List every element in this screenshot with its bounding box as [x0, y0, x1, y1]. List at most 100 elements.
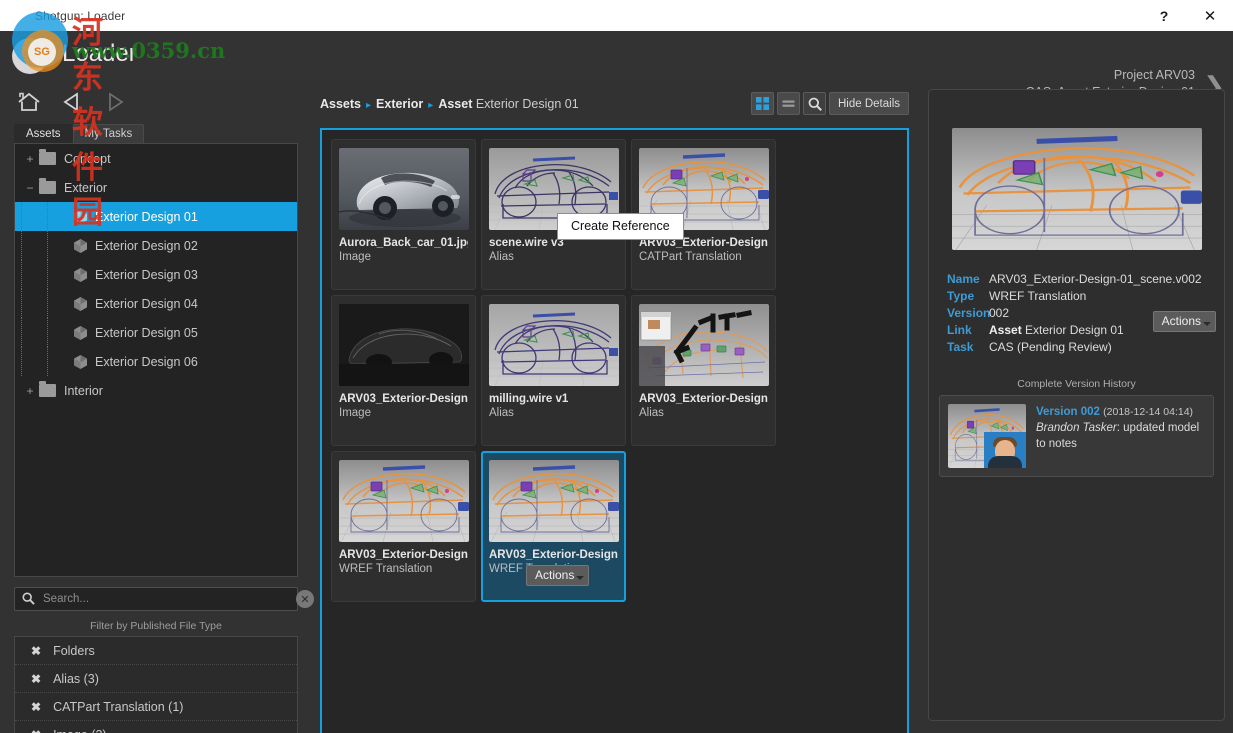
search-icon[interactable] [803, 92, 826, 115]
card-name: ARV03_Exterior-Design-0 [639, 393, 768, 405]
tree-item-exterior-design-04[interactable]: Exterior Design 04 [15, 289, 297, 318]
tab-assets[interactable]: Assets [14, 124, 73, 143]
tree-indent [47, 289, 73, 318]
version-note: Version 002 (2018-12-14 04:14) Brandon T… [1036, 404, 1205, 468]
filter-label: CATPart Translation (1) [53, 699, 184, 714]
asset-card[interactable]: ARV03_Exterior-Design-0 Image [331, 295, 476, 446]
actions-context-menu: Create Reference [557, 213, 684, 240]
published-file-type-filter-list: ✖ Folders ✖ Alias (3) ✖ CATPart Translation (… [14, 636, 298, 733]
window-controls: ? ✕ [1141, 0, 1233, 31]
tree-indent [21, 318, 47, 347]
close-button[interactable]: ✕ [1187, 0, 1233, 31]
sidebar-tabs: Assets My Tasks [0, 123, 312, 143]
card-thumbnail[interactable] [489, 304, 619, 386]
tree-indent [47, 318, 73, 347]
filter-row[interactable]: ✖ Folders [15, 637, 297, 665]
tree-item-label: Exterior [64, 180, 108, 195]
asset-card[interactable]: ARV03_Exterior-Design-0 Alias [631, 295, 776, 446]
detail-row: Name ARV03_Exterior-Design-01_scene.v002 [947, 271, 1214, 288]
home-icon[interactable] [16, 89, 42, 115]
details-actions-button[interactable]: Actions [1152, 311, 1216, 332]
card-name: ARV03_Exterior-Design-0 [339, 549, 468, 561]
loader-window: Shotgun: Loader ? ✕ Project ARV03 CAS, A… [0, 0, 1233, 733]
details-panel: Name ARV03_Exterior-Design-01_scene.v002 T… [920, 81, 1233, 733]
card-thumbnail[interactable] [339, 304, 469, 386]
filter-checkbox-icon[interactable]: ✖ [31, 644, 41, 658]
details-field-list: Name ARV03_Exterior-Design-01_scene.v002 T… [947, 271, 1216, 356]
tree-indent [21, 260, 47, 289]
asset-card[interactable]: milling.wire v1 Alias [481, 295, 626, 446]
filter-row[interactable]: ✖ CATPart Translation (1) [15, 693, 297, 721]
breadcrumb-part[interactable]: Assets [320, 97, 361, 111]
asset-tree[interactable]: + Concept − Exterior Exterior Design 01 Ext… [14, 143, 298, 577]
filter-label: Image (2) [53, 728, 107, 733]
asset-cube-icon [74, 209, 87, 224]
detail-field-value: ARV03_Exterior-Design-01_scene.v002 [989, 272, 1202, 286]
version-history-item[interactable]: Version 002 (2018-12-14 04:14) Brandon T… [939, 395, 1214, 477]
card-actions-button[interactable]: Actions [526, 565, 590, 586]
asset-card-selected[interactable]: ARV03_Exterior-Design-0WREF TranslationA… [481, 451, 626, 602]
asset-card[interactable]: Aurora_Back_car_01.jpg Image [331, 139, 476, 290]
tree-item-concept[interactable]: + Concept [15, 144, 297, 173]
tree-item-exterior-design-06[interactable]: Exterior Design 06 [15, 347, 297, 376]
asset-cube-icon [74, 354, 87, 369]
hide-details-button[interactable]: Hide Details [829, 92, 909, 115]
filter-label: Folders [53, 643, 95, 658]
main-content: Assets ▸ Exterior ▸ Asset Exterior Design 01 [312, 81, 917, 733]
sidebar-search: ✕ [14, 587, 314, 611]
version-number[interactable]: Version 002 [1036, 406, 1100, 418]
tree-indent [47, 260, 73, 289]
navigation-bar [0, 81, 312, 123]
card-type: Image [339, 251, 371, 263]
filter-checkbox-icon[interactable]: ✖ [31, 700, 41, 714]
tree-item-exterior-design-03[interactable]: Exterior Design 03 [15, 260, 297, 289]
tree-item-label: Interior [64, 383, 103, 398]
card-thumbnail[interactable] [639, 304, 769, 386]
detail-field-value: 002 [989, 306, 1010, 320]
view-toolbar: Hide Details [751, 92, 909, 115]
tree-twisty[interactable]: + [21, 384, 39, 398]
search-input[interactable] [14, 587, 298, 611]
filter-row[interactable]: ✖ Alias (3) [15, 665, 297, 693]
tree-indent [47, 347, 73, 376]
avatar [984, 432, 1026, 468]
filter-checkbox-icon[interactable]: ✖ [31, 672, 41, 686]
tab-my-tasks[interactable]: My Tasks [72, 124, 145, 143]
breadcrumb-separator-icon: ▸ [428, 99, 434, 111]
breadcrumb-entity-kind: Asset [438, 96, 473, 111]
filter-row[interactable]: ✖ Image (2) [15, 721, 297, 733]
sidebar: Assets My Tasks + Concept − Exterior Exteri… [0, 81, 314, 733]
asset-card[interactable]: ARV03_Exterior-Design-0 WREF Translation [331, 451, 476, 602]
tree-twisty[interactable]: + [21, 152, 39, 166]
folder-icon [39, 178, 56, 194]
list-view-icon[interactable] [777, 92, 800, 115]
card-thumbnail[interactable] [489, 460, 619, 542]
detail-field-key: Name [947, 272, 980, 286]
tree-item-exterior-design-01[interactable]: Exterior Design 01 [15, 202, 297, 231]
breadcrumb[interactable]: Assets ▸ Exterior ▸ Asset Exterior Design 01 [320, 97, 579, 111]
tree-twisty[interactable]: − [21, 181, 39, 195]
card-thumbnail[interactable] [339, 148, 469, 230]
tree-item-interior[interactable]: + Interior [15, 376, 297, 405]
tree-indent [21, 231, 47, 260]
tree-item-exterior-design-05[interactable]: Exterior Design 05 [15, 318, 297, 347]
card-name: milling.wire v1 [489, 393, 569, 405]
details-box: Name ARV03_Exterior-Design-01_scene.v002 T… [928, 89, 1225, 721]
breadcrumb-part[interactable]: Exterior [376, 97, 423, 111]
grid-view-icon[interactable] [751, 92, 774, 115]
card-type: WREF Translation [339, 563, 433, 575]
back-arrow-icon[interactable] [59, 89, 85, 115]
details-preview-thumbnail[interactable] [951, 128, 1202, 250]
detail-row: Type WREF Translation [947, 288, 1214, 305]
detail-field-key: Task [947, 340, 974, 354]
detail-row: Task CAS (Pending Review) [947, 339, 1214, 356]
version-date: (2018-12-14 04:14) [1103, 406, 1194, 418]
filter-checkbox-icon[interactable]: ✖ [31, 728, 41, 733]
detail-field-value: WREF Translation [989, 289, 1087, 303]
tree-item-exterior-design-02[interactable]: Exterior Design 02 [15, 231, 297, 260]
tree-item-exterior[interactable]: − Exterior [15, 173, 297, 202]
help-button[interactable]: ? [1141, 0, 1187, 31]
menu-item-create-reference[interactable]: Create Reference [558, 216, 683, 237]
card-thumbnail[interactable] [339, 460, 469, 542]
filter-label: Alias (3) [53, 671, 99, 686]
